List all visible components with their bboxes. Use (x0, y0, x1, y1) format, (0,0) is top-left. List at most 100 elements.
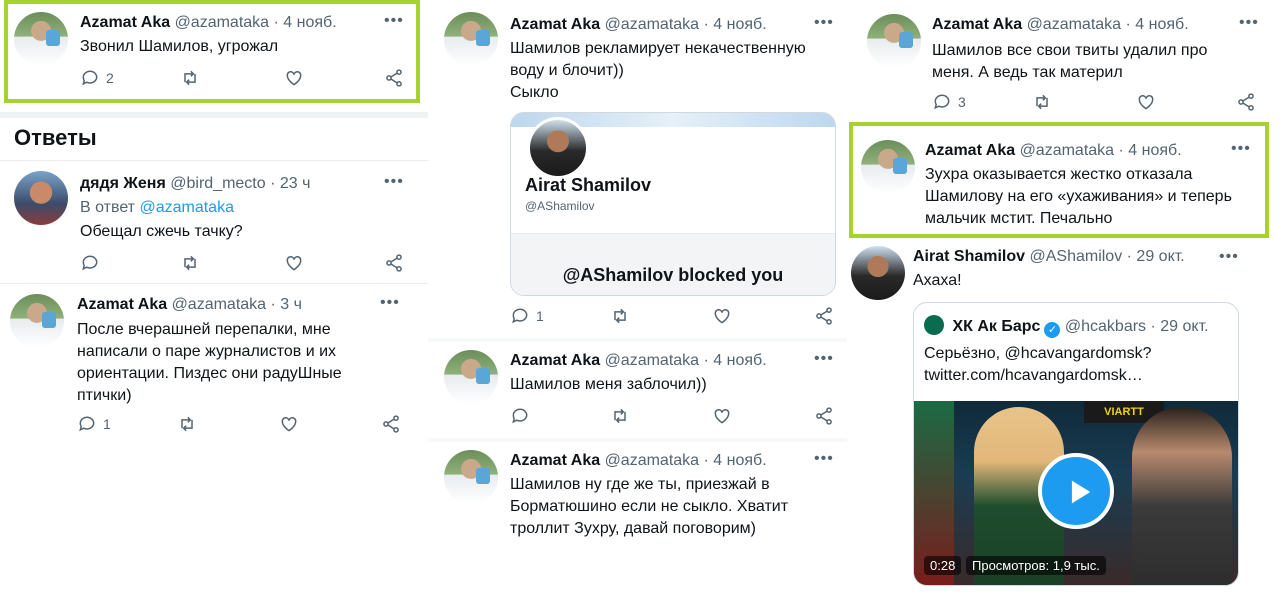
quoted-tweet[interactable]: ХК Ак Барс ✓ @hcakbars · 29 окт. Серьёзно… (913, 302, 1239, 586)
screenshot-panel-2: Azamat Aka @azamataka · 4 нояб. ••• Шами… (428, 0, 847, 598)
tweet-actions (510, 406, 840, 428)
screenshot-panel-1: Azamat Aka @azamataka · 4 нояб. ••• Звон… (0, 0, 428, 598)
more-options-icon[interactable]: ••• (814, 14, 834, 32)
text-line: Шамилов рекламирует некачественную (510, 40, 806, 57)
author-handle[interactable]: @azamataka (605, 16, 700, 33)
tweet-actions: 3 (932, 92, 1262, 114)
more-options-icon[interactable]: ••• (814, 350, 834, 368)
more-options-icon[interactable]: ••• (380, 294, 400, 312)
video-views: Просмотров: 1,9 тыс. (966, 556, 1106, 575)
avatar[interactable] (444, 350, 498, 404)
share-button[interactable] (384, 253, 404, 273)
tweet-time[interactable]: · 4 нояб. (704, 352, 767, 369)
reply-prefix: В ответ (80, 199, 136, 216)
text-line: воду и блочит)) (510, 62, 624, 79)
tweet-text: Шамилов меня заблочил)) (510, 376, 707, 393)
more-options-icon[interactable]: ••• (814, 450, 834, 468)
like-button[interactable] (279, 414, 299, 434)
text-line: троллит Зухру, давай поговорим) (510, 520, 756, 537)
tweet-time[interactable]: · 23 ч (270, 175, 310, 192)
profile-name: Airat Shamilov (525, 175, 652, 195)
retweet-button[interactable] (177, 414, 197, 434)
share-button[interactable] (1236, 92, 1256, 112)
retweet-button[interactable] (180, 253, 200, 273)
tweet-time[interactable]: · 4 нояб. (704, 16, 767, 33)
author-name[interactable]: Airat Shamilov (913, 248, 1025, 265)
retweet-icon (614, 408, 626, 424)
quoted-header: ХК Ак Барс ✓ @hcakbars · 29 окт. (924, 315, 1209, 338)
image-attachment[interactable]: Airat Shamilov @AShamilov @AShamilov blo… (510, 112, 836, 296)
retweet-icon (614, 308, 626, 324)
tweet[interactable]: Azamat Aka @azamataka · 4 нояб. ••• Шами… (428, 0, 847, 338)
avatar[interactable] (444, 12, 498, 66)
tweet-header: Azamat Aka @azamataka · 4 нояб. (510, 16, 767, 34)
screenshot-panel-3: Azamat Aka @azamataka · 4 нояб. ••• Шами… (847, 0, 1280, 598)
retweet-icon (184, 255, 196, 271)
reply-button[interactable]: 1 (77, 414, 111, 434)
author-handle[interactable]: @azamataka (605, 352, 700, 369)
share-button[interactable] (381, 414, 401, 434)
author-name[interactable]: Azamat Aka (510, 16, 600, 33)
tweet-header: Azamat Aka @azamataka · 4 нояб. (932, 16, 1189, 34)
share-icon (816, 407, 832, 425)
reply-tweet[interactable]: Azamat Aka @azamataka · 3 ч ••• После вч… (0, 284, 428, 454)
heart-icon (281, 416, 297, 432)
author-name[interactable]: ХК Ак Барс (952, 318, 1040, 335)
tweet-time[interactable]: · 3 ч (271, 296, 302, 313)
reply-button[interactable]: 1 (510, 306, 544, 326)
avatar[interactable] (851, 246, 905, 300)
tweet-actions: 1 (77, 414, 407, 436)
tweet-time[interactable]: · 29 окт. (1127, 248, 1185, 265)
avatar[interactable] (10, 294, 64, 348)
retweet-button[interactable] (610, 406, 630, 426)
author-handle[interactable]: @azamataka (1027, 16, 1122, 33)
author-handle[interactable]: @AShamilov (1029, 248, 1122, 265)
author-name[interactable]: Azamat Aka (77, 296, 167, 313)
reply-tweet[interactable]: дядя Женя @bird_mecto · 23 ч ••• В ответ… (0, 161, 428, 281)
like-button[interactable] (712, 406, 732, 426)
tweet-actions (80, 253, 410, 275)
tweet[interactable]: Azamat Aka @azamataka · 4 нояб. ••• Шами… (847, 0, 1280, 120)
tweet-time[interactable]: · 29 окт. (1151, 318, 1209, 335)
play-button[interactable] (1038, 453, 1114, 529)
author-handle[interactable]: @bird_mecto (170, 175, 265, 192)
tweet[interactable]: Airat Shamilov @AShamilov · 29 окт. ••• … (847, 240, 1280, 598)
reply-button[interactable] (80, 253, 100, 273)
more-options-icon[interactable]: ••• (1239, 14, 1259, 32)
quoted-text: Серьёзно, @hcavangardomsk? twitter.com/h… (924, 343, 1152, 387)
reply-icon (512, 408, 528, 424)
tweet-time[interactable]: · 4 нояб. (704, 452, 767, 469)
tweet-text: Шамилов рекламирует некачественную воду … (510, 38, 806, 104)
share-button[interactable] (814, 306, 834, 326)
avatar[interactable] (14, 171, 68, 225)
reply-handle-link[interactable]: @azamataka (139, 199, 234, 216)
reply-button[interactable]: 3 (932, 92, 966, 112)
reply-button[interactable] (510, 406, 530, 426)
retweet-button[interactable] (1032, 92, 1052, 112)
tweet-header: Azamat Aka @azamataka · 4 нояб. (510, 352, 767, 370)
author-handle[interactable]: @hcakbars (1065, 318, 1146, 335)
tweet[interactable]: Azamat Aka @azamataka · 4 нояб. ••• Шами… (428, 342, 847, 438)
tweet[interactable]: Azamat Aka @azamataka · 4 нояб. ••• Шами… (428, 442, 847, 598)
like-button[interactable] (284, 253, 304, 273)
author-name[interactable]: дядя Женя (80, 175, 166, 192)
retweet-button[interactable] (610, 306, 630, 326)
like-button[interactable] (712, 306, 732, 326)
author-name[interactable]: Azamat Aka (510, 452, 600, 469)
avatar[interactable] (444, 450, 498, 504)
more-options-icon[interactable]: ••• (1219, 248, 1239, 266)
author-name[interactable]: Azamat Aka (510, 352, 600, 369)
avatar (527, 117, 589, 179)
tweet-time[interactable]: · 4 нояб. (1126, 16, 1189, 33)
share-button[interactable] (814, 406, 834, 426)
reply-count: 1 (103, 416, 111, 432)
divider (0, 112, 428, 118)
video-player[interactable]: VIARTT 0:28 Просмотров: 1,9 тыс. (914, 401, 1238, 585)
like-button[interactable] (1136, 92, 1156, 112)
author-handle[interactable]: @azamataka (172, 296, 267, 313)
author-handle[interactable]: @azamataka (605, 452, 700, 469)
tweet-text: Обещал сжечь тачку? (80, 223, 243, 240)
author-name[interactable]: Azamat Aka (932, 16, 1022, 33)
avatar[interactable] (867, 14, 921, 68)
more-options-icon[interactable]: ••• (384, 173, 404, 191)
